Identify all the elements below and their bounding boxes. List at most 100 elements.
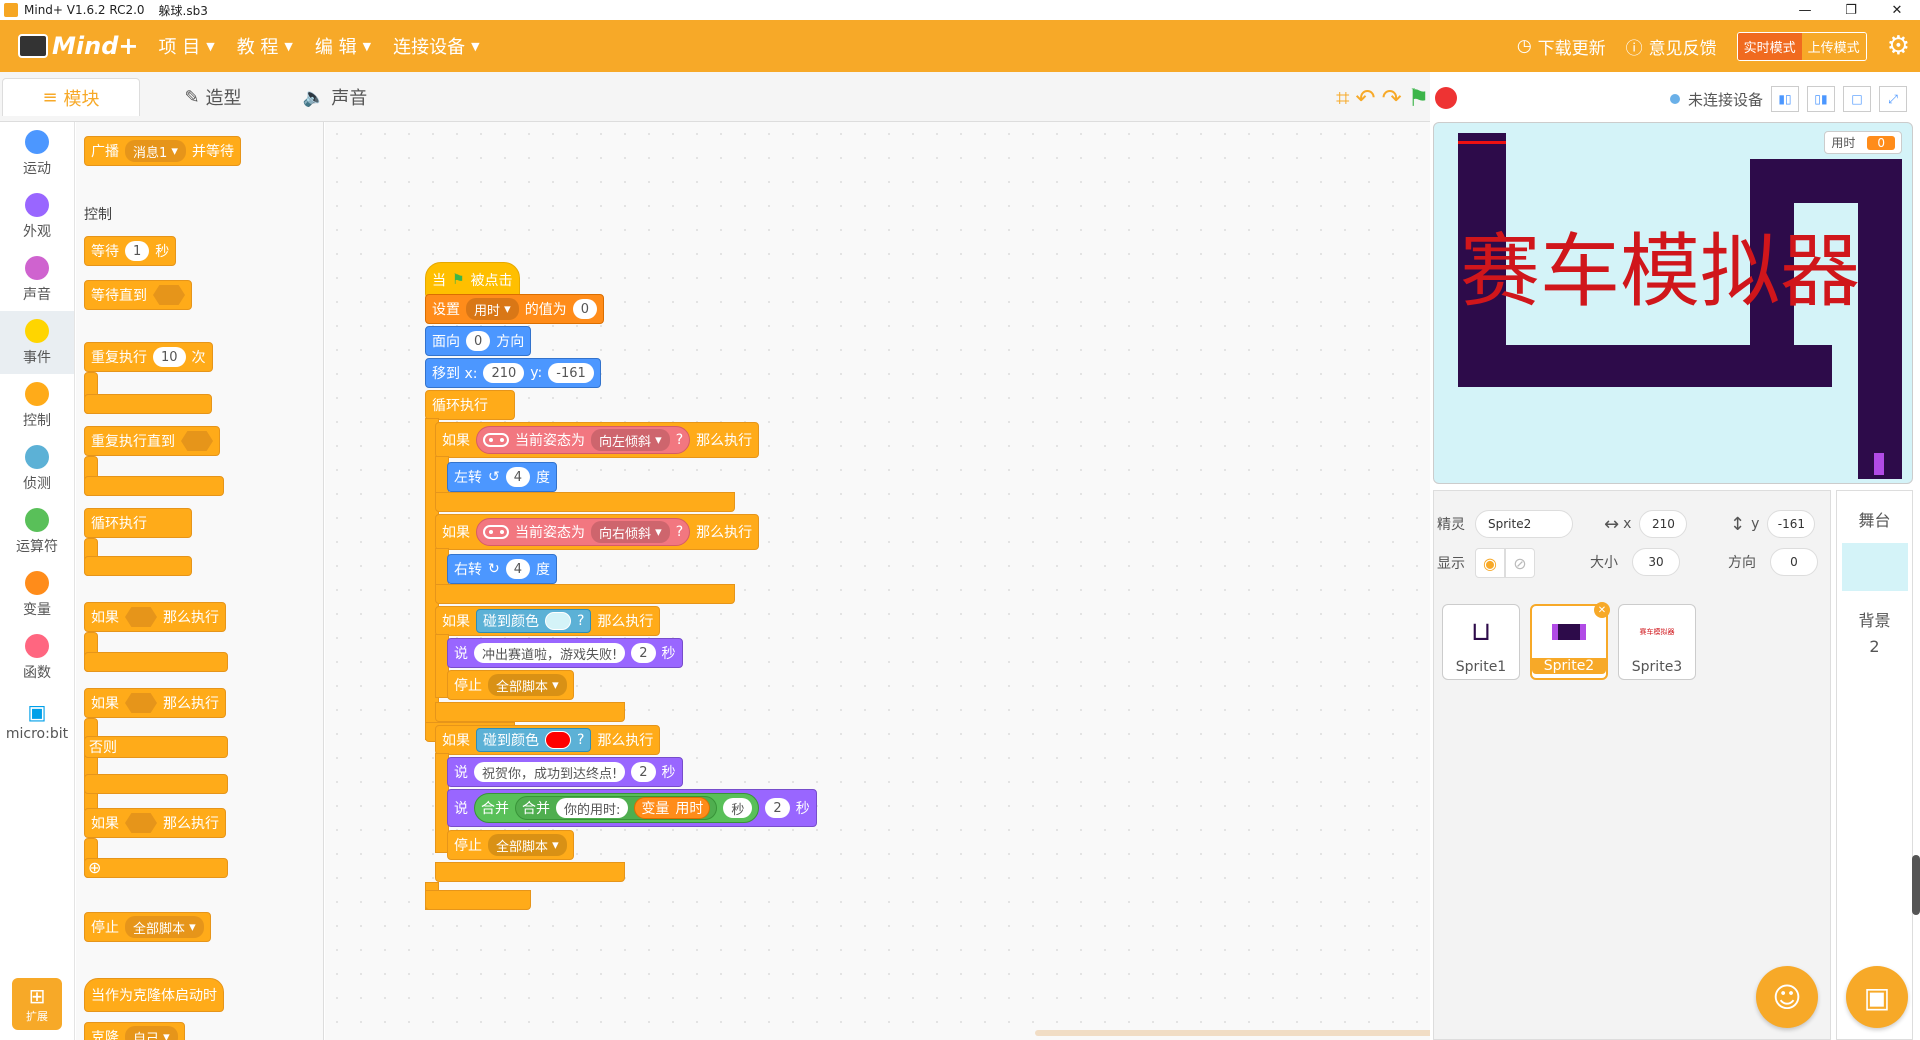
- turn-left-block[interactable]: 左转 ↺ 4 度: [447, 462, 558, 492]
- say-secs-input[interactable]: 2: [631, 643, 656, 663]
- script-workspace[interactable]: 当 ⚑ 被点击 设置 用时 ▾ 的值为 0 面向 0 方向 移到 x: 210 …: [325, 122, 1430, 1040]
- if-tilt-left-block[interactable]: 如果 当前姿态为 向左倾斜 ▾ ? 那么执行: [435, 422, 760, 458]
- delete-sprite-icon[interactable]: ✕: [1594, 602, 1610, 618]
- y-input[interactable]: -161: [548, 363, 594, 383]
- category-looks[interactable]: 外观: [0, 185, 74, 248]
- palette-stop[interactable]: 停止 全部脚本 ▾: [84, 912, 211, 942]
- category-operators[interactable]: 运算符: [0, 500, 74, 563]
- microbit-tilt-condition[interactable]: 当前姿态为 向左倾斜 ▾ ?: [476, 426, 691, 454]
- large-stage-button[interactable]: ▯▮: [1807, 86, 1836, 112]
- if-touch-red-block[interactable]: 如果 碰到颜色 ? 那么执行: [435, 725, 661, 755]
- set-value-input[interactable]: 0: [572, 299, 597, 319]
- goto-xy-block[interactable]: 移到 x: 210 y: -161: [425, 358, 601, 388]
- turn-value-input[interactable]: 4: [505, 559, 531, 579]
- feedback-button[interactable]: ⓘ 意见反馈: [1626, 34, 1717, 59]
- message-dropdown[interactable]: 消息1 ▾: [125, 140, 186, 162]
- direction-input[interactable]: 0: [466, 331, 491, 351]
- if-touch-bg-color-block[interactable]: 如果 碰到颜色 ? 那么执行: [435, 606, 661, 636]
- join-operator[interactable]: 合并 合并 你的用时: 变量 用时 秒: [474, 793, 760, 823]
- touching-color-condition[interactable]: 碰到颜色 ?: [476, 609, 592, 633]
- tilt-dropdown[interactable]: 向左倾斜 ▾: [591, 429, 670, 451]
- palette-repeat[interactable]: 重复执行 10 次: [84, 342, 213, 372]
- menu-project[interactable]: 项 目 ▼: [158, 33, 214, 59]
- menu-edit[interactable]: 编 辑 ▼: [315, 33, 371, 59]
- touching-color-condition[interactable]: 碰到颜色 ?: [476, 728, 592, 752]
- stop-all-block[interactable]: 停止 全部脚本 ▾: [447, 670, 574, 700]
- y-input[interactable]: -161: [1767, 510, 1816, 538]
- category-events[interactable]: 事件: [0, 311, 74, 374]
- stage-canvas[interactable]: 赛车模拟器 用时 0: [1433, 122, 1913, 484]
- upload-mode-button[interactable]: 上传模式: [1801, 32, 1866, 60]
- palette-clone[interactable]: 克隆 自己 ▾: [84, 1022, 185, 1040]
- palette-wait[interactable]: 等待 1 秒: [84, 236, 177, 266]
- palette-broadcast-wait[interactable]: 广播 消息1 ▾ 并等待: [84, 136, 241, 166]
- variable-dropdown[interactable]: 用时 ▾: [466, 298, 519, 320]
- forever-block[interactable]: 循环执行: [425, 390, 515, 420]
- say-text-input[interactable]: 冲出赛道啦，游戏失败!: [474, 643, 626, 663]
- stop-dropdown[interactable]: 全部脚本 ▾: [488, 834, 567, 856]
- extension-button[interactable]: ⊞ 扩展: [12, 978, 62, 1030]
- category-sound[interactable]: 声音: [0, 248, 74, 311]
- say-secs-input[interactable]: 2: [765, 798, 790, 818]
- add-branch-icon[interactable]: ⊕: [88, 858, 101, 877]
- tab-blocks[interactable]: ≡ 模块: [2, 78, 140, 116]
- tilt-dropdown[interactable]: 向右倾斜 ▾: [591, 521, 670, 543]
- condition-slot[interactable]: [125, 607, 157, 627]
- x-input[interactable]: 210: [1639, 510, 1688, 538]
- undo-icon[interactable]: ↶: [1356, 84, 1376, 112]
- realtime-mode-button[interactable]: 实时模式: [1737, 32, 1802, 60]
- car-sprite[interactable]: [1874, 453, 1884, 475]
- stop-dropdown[interactable]: 全部脚本 ▾: [125, 916, 204, 938]
- category-functions[interactable]: 函数: [0, 626, 74, 689]
- sprite-thumb-sprite1[interactable]: ⊔ Sprite1: [1442, 604, 1520, 680]
- maximize-button[interactable]: ❐: [1828, 0, 1874, 20]
- condition-slot[interactable]: [125, 813, 157, 833]
- sprite-thumb-sprite2[interactable]: Sprite2 ✕: [1530, 602, 1610, 680]
- add-backdrop-button[interactable]: ▣: [1846, 966, 1908, 1028]
- download-update-button[interactable]: ◷ 下载更新: [1517, 34, 1606, 59]
- menu-tutorial[interactable]: 教 程 ▼: [237, 33, 293, 59]
- fullscreen-button[interactable]: ⤢: [1879, 86, 1908, 112]
- category-microbit[interactable]: ▣ micro:bit: [0, 689, 74, 752]
- clone-dropdown[interactable]: 自己 ▾: [125, 1026, 178, 1040]
- wait-value[interactable]: 1: [125, 241, 150, 261]
- add-sprite-button[interactable]: ☺: [1756, 966, 1818, 1028]
- stop-all-block[interactable]: 停止 全部脚本 ▾: [447, 830, 574, 860]
- say-time-block[interactable]: 说 合并 合并 你的用时: 变量 用时 秒 2 秒: [447, 789, 817, 827]
- join-operator-inner[interactable]: 合并 你的用时: 变量 用时: [515, 796, 718, 820]
- microbit-tilt-condition[interactable]: 当前姿态为 向右倾斜 ▾ ?: [476, 518, 691, 546]
- say-win-block[interactable]: 说 祝贺你，成功到达终点! 2 秒: [447, 757, 683, 787]
- category-control[interactable]: 控制: [0, 374, 74, 437]
- if-tilt-right-block[interactable]: 如果 当前姿态为 向右倾斜 ▾ ? 那么执行: [435, 514, 760, 550]
- stop-dropdown[interactable]: 全部脚本 ▾: [488, 674, 567, 696]
- turn-right-block[interactable]: 右转 ↻ 4 度: [447, 554, 558, 584]
- palette-if-else[interactable]: 如果 那么执行: [84, 688, 226, 718]
- green-flag-icon[interactable]: ⚑: [1408, 84, 1430, 112]
- say-text-input[interactable]: 祝贺你，成功到达终点!: [474, 762, 626, 782]
- category-variables[interactable]: 变量: [0, 563, 74, 626]
- stage-selector[interactable]: 舞台 背景 2: [1836, 490, 1913, 1040]
- redo-icon[interactable]: ↷: [1382, 84, 1402, 112]
- condition-slot[interactable]: [125, 693, 157, 713]
- hide-stage-button[interactable]: □: [1843, 86, 1872, 112]
- small-stage-button[interactable]: ▮▯: [1771, 86, 1800, 112]
- close-button[interactable]: ✕: [1874, 0, 1920, 20]
- direction-input[interactable]: 0: [1770, 548, 1818, 576]
- condition-slot[interactable]: [153, 285, 185, 305]
- say-fail-block[interactable]: 说 冲出赛道啦，游戏失败! 2 秒: [447, 638, 683, 668]
- sprite-name-input[interactable]: Sprite2: [1475, 510, 1573, 538]
- stop-icon[interactable]: [1435, 87, 1458, 109]
- palette-clone-start[interactable]: 当作为克隆体启动时: [84, 978, 224, 1012]
- palette-repeat-until[interactable]: 重复执行直到: [84, 426, 220, 456]
- show-eye-icon[interactable]: ◉: [1475, 548, 1505, 578]
- minimize-button[interactable]: —: [1782, 0, 1828, 20]
- repeat-value[interactable]: 10: [153, 347, 186, 367]
- crop-icon[interactable]: ⌗: [1336, 84, 1350, 112]
- size-input[interactable]: 30: [1632, 548, 1680, 576]
- tab-costumes[interactable]: ✎ 造型: [144, 78, 282, 116]
- palette-wait-until[interactable]: 等待直到: [84, 280, 192, 310]
- gear-icon[interactable]: ⚙: [1887, 31, 1910, 61]
- category-motion[interactable]: 运动: [0, 122, 74, 185]
- say-secs-input[interactable]: 2: [631, 762, 656, 782]
- join-text-input[interactable]: 你的用时:: [556, 798, 629, 818]
